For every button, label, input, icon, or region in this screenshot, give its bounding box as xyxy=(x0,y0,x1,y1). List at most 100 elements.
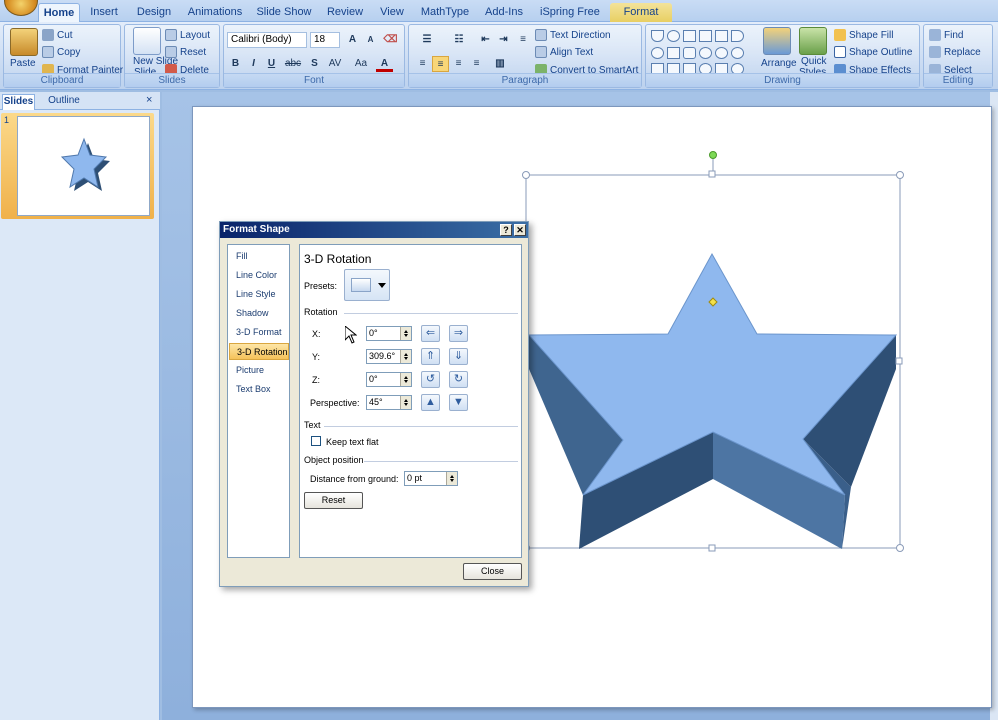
spinner-arrows-icon[interactable] xyxy=(400,396,411,409)
paste-icon[interactable] xyxy=(10,28,38,56)
y-rotation-spinner[interactable]: 309.6° xyxy=(366,349,412,364)
shape-gallery-item[interactable] xyxy=(715,47,728,59)
replace-button[interactable]: Replace xyxy=(929,46,981,58)
tab-insert[interactable]: Insert xyxy=(86,3,122,22)
increase-perspective-icon[interactable]: ▲ xyxy=(421,394,440,411)
increase-indent-icon[interactable]: ⇥ xyxy=(495,32,512,48)
tab-mathtype[interactable]: MathType xyxy=(420,3,470,22)
x-rotation-spinner[interactable]: 0° xyxy=(366,326,412,341)
shape-gallery-item[interactable] xyxy=(699,30,712,42)
spinner-arrows-icon[interactable] xyxy=(446,472,457,485)
tab-outline[interactable]: Outline xyxy=(42,94,86,110)
tab-animations[interactable]: Animations xyxy=(186,3,244,22)
shape-gallery-item[interactable] xyxy=(683,30,696,42)
font-color-button[interactable]: A xyxy=(376,56,393,72)
columns-icon[interactable]: ▥ xyxy=(489,56,511,72)
rotate-down-icon[interactable]: ⇓ xyxy=(449,348,468,365)
tab-review[interactable]: Review xyxy=(324,3,366,22)
new-slide-icon[interactable] xyxy=(133,27,161,55)
shape-outline-button[interactable]: Shape Outline xyxy=(834,46,912,58)
decrease-perspective-icon[interactable]: ▼ xyxy=(449,394,468,411)
layout-button[interactable]: Layout xyxy=(165,29,210,41)
office-button-icon[interactable] xyxy=(4,0,38,16)
spinner-arrows-icon[interactable] xyxy=(400,373,411,386)
shape-gallery-item[interactable] xyxy=(731,47,744,59)
character-spacing-button[interactable]: AV xyxy=(324,56,346,72)
close-button[interactable]: Close xyxy=(463,563,522,580)
copy-button[interactable]: Copy xyxy=(42,46,80,58)
rotate-up-icon[interactable]: ⇑ xyxy=(421,348,440,365)
underline-button[interactable]: U xyxy=(263,56,280,72)
decrease-indent-icon[interactable]: ⇤ xyxy=(477,32,494,48)
spinner-arrows-icon[interactable] xyxy=(400,327,411,340)
help-button[interactable]: ? xyxy=(500,224,512,236)
cut-button[interactable]: Cut xyxy=(42,29,73,41)
align-center-icon[interactable]: ≡ xyxy=(432,56,449,72)
nav-line-color[interactable]: Line Color xyxy=(229,267,289,284)
bold-button[interactable]: B xyxy=(227,56,244,72)
shape-gallery-item[interactable] xyxy=(699,47,712,59)
reset-button[interactable]: Reset xyxy=(165,46,206,58)
numbering-icon[interactable]: ☷ xyxy=(444,32,474,48)
grow-font-button[interactable]: A xyxy=(344,32,361,48)
tab-slide-show[interactable]: Slide Show xyxy=(256,3,312,22)
italic-button[interactable]: I xyxy=(245,56,262,72)
shape-gallery-item[interactable] xyxy=(651,30,664,42)
shrink-font-button[interactable]: A xyxy=(362,32,379,48)
tab-format[interactable]: Format xyxy=(610,3,672,22)
perspective-spinner[interactable]: 45° xyxy=(366,395,412,410)
align-left-icon[interactable]: ≡ xyxy=(414,56,431,72)
change-case-button[interactable]: Aa xyxy=(350,56,372,72)
presets-dropdown[interactable] xyxy=(344,269,390,301)
tab-ispring-free[interactable]: iSpring Free xyxy=(540,3,600,22)
distance-spinner[interactable]: 0 pt xyxy=(404,471,458,486)
shape-fill-button[interactable]: Shape Fill xyxy=(834,29,893,41)
align-right-icon[interactable]: ≡ xyxy=(450,56,467,72)
align-text-button[interactable]: Align Text xyxy=(535,46,593,58)
slide-thumbnail[interactable] xyxy=(17,116,150,216)
nav-text-box[interactable]: Text Box xyxy=(229,381,289,398)
nav-line-style[interactable]: Line Style xyxy=(229,286,289,303)
nav-3d-rotation[interactable]: 3-D Rotation xyxy=(229,343,289,360)
dialog-close-icon[interactable]: ✕ xyxy=(514,224,526,236)
text-direction-button[interactable]: Text Direction xyxy=(535,29,611,41)
tab-home[interactable]: Home xyxy=(38,3,80,22)
arrange-icon[interactable] xyxy=(763,27,791,55)
text-shadow-button[interactable]: S xyxy=(306,56,323,72)
shape-gallery-item[interactable] xyxy=(651,47,664,59)
bullets-icon[interactable]: ☰ xyxy=(412,32,442,48)
rotate-counterclockwise-icon[interactable]: ↺ xyxy=(421,371,440,388)
rotate-right-icon[interactable]: ⇒ xyxy=(449,325,468,342)
clear-formatting-icon[interactable]: ⌫ xyxy=(382,32,399,48)
shape-gallery-item[interactable] xyxy=(667,47,680,59)
nav-3d-format[interactable]: 3-D Format xyxy=(229,324,289,341)
find-button[interactable]: Find xyxy=(929,29,963,41)
font-name-combo[interactable]: Calibri (Body) xyxy=(227,32,307,48)
paste-button[interactable]: Paste xyxy=(10,58,36,69)
quick-styles-button[interactable]: Quick xyxy=(801,56,827,67)
quick-styles-icon[interactable] xyxy=(799,27,827,55)
reset-rotation-button[interactable]: Reset xyxy=(304,492,363,509)
nav-fill[interactable]: Fill xyxy=(229,248,289,265)
shape-gallery-item[interactable] xyxy=(683,47,696,59)
z-rotation-spinner[interactable]: 0° xyxy=(366,372,412,387)
tab-slides[interactable]: Slides xyxy=(2,94,35,110)
strikethrough-button[interactable]: abc xyxy=(282,56,304,72)
shape-gallery-item[interactable] xyxy=(715,30,728,42)
rotate-left-icon[interactable]: ⇐ xyxy=(421,325,440,342)
shape-gallery-item[interactable] xyxy=(667,30,680,42)
shape-gallery-item[interactable] xyxy=(731,30,744,42)
tab-view[interactable]: View xyxy=(376,3,408,22)
tab-add-ins[interactable]: Add-Ins xyxy=(482,3,526,22)
arrange-button[interactable]: Arrange xyxy=(761,58,797,69)
justify-icon[interactable]: ≡ xyxy=(468,56,485,72)
spinner-arrows-icon[interactable] xyxy=(400,350,411,363)
close-pane-icon[interactable]: × xyxy=(146,94,156,108)
keep-text-flat-checkbox[interactable] xyxy=(311,436,321,446)
rotate-clockwise-icon[interactable]: ↻ xyxy=(449,371,468,388)
line-spacing-icon[interactable]: ≡ xyxy=(513,32,533,48)
nav-picture[interactable]: Picture xyxy=(229,362,289,379)
tab-design[interactable]: Design xyxy=(134,3,174,22)
nav-shadow[interactable]: Shadow xyxy=(229,305,289,322)
font-size-combo[interactable]: 18 xyxy=(310,32,340,48)
